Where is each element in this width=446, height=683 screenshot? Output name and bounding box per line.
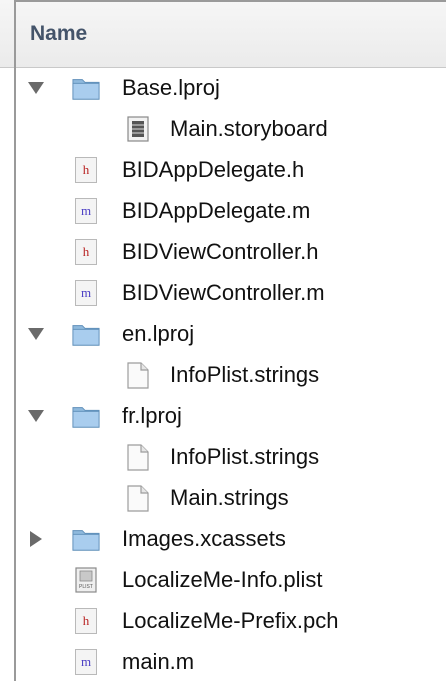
header-file-icon: h <box>72 607 100 635</box>
tree-row-en-lproj[interactable]: en.lproj <box>0 314 446 355</box>
tree-row-viewcontroller-h[interactable]: h BIDViewController.h <box>0 232 446 273</box>
tree-row-appdelegate-m[interactable]: m BIDAppDelegate.m <box>0 191 446 232</box>
tree-row-info-plist[interactable]: PLIST LocalizeMe-Info.plist <box>0 560 446 601</box>
svg-text:PLIST: PLIST <box>79 584 93 590</box>
tree-row-label: BIDViewController.m <box>122 280 325 305</box>
tree-row-label: Main.storyboard <box>170 116 328 141</box>
tree-row-images-xcassets[interactable]: Images.xcassets <box>0 519 446 560</box>
folder-icon <box>72 320 100 348</box>
column-header[interactable]: Name <box>0 0 446 68</box>
document-icon <box>124 361 152 389</box>
tree-row-appdelegate-h[interactable]: h BIDAppDelegate.h <box>0 150 446 191</box>
tree-row-base-lproj[interactable]: Base.lproj <box>0 68 446 109</box>
header-file-icon: h <box>72 156 100 184</box>
tree-row-main-storyboard[interactable]: Main.storyboard <box>0 109 446 150</box>
tree-row-label: BIDAppDelegate.h <box>122 157 305 182</box>
tree-row-prefix-pch[interactable]: h LocalizeMe-Prefix.pch <box>0 601 446 642</box>
tree-row-fr-infoplist-strings[interactable]: InfoPlist.strings <box>0 437 446 478</box>
tree-row-label: InfoPlist.strings <box>170 444 320 469</box>
tree-row-label: InfoPlist.strings <box>170 362 320 387</box>
header-file-icon: h <box>72 238 100 266</box>
disclosure-expanded-icon[interactable] <box>28 408 44 424</box>
folder-icon <box>72 74 100 102</box>
storyboard-icon <box>124 115 152 143</box>
implementation-file-icon: m <box>72 197 100 225</box>
implementation-file-icon: m <box>72 279 100 307</box>
folder-icon <box>72 525 100 553</box>
disclosure-collapsed-icon[interactable] <box>28 531 44 547</box>
tree-row-label: LocalizeMe-Prefix.pch <box>122 608 339 633</box>
tree-row-en-infoplist-strings[interactable]: InfoPlist.strings <box>0 355 446 396</box>
tree-row-viewcontroller-m[interactable]: m BIDViewController.m <box>0 273 446 314</box>
name-column-label: Name <box>30 22 88 45</box>
tree-row-fr-lproj[interactable]: fr.lproj <box>0 396 446 437</box>
tree-row-label: BIDAppDelegate.m <box>122 198 311 223</box>
implementation-file-icon: m <box>72 648 100 676</box>
tree-row-fr-main-strings[interactable]: Main.strings <box>0 478 446 519</box>
document-icon <box>124 484 152 512</box>
tree-row-label: Images.xcassets <box>122 526 286 551</box>
disclosure-expanded-icon[interactable] <box>28 326 44 342</box>
tree-row-label: LocalizeMe-Info.plist <box>122 567 323 592</box>
disclosure-expanded-icon[interactable] <box>28 80 44 96</box>
tree-row-label: Base.lproj <box>122 75 220 100</box>
folder-icon <box>72 402 100 430</box>
document-icon <box>124 443 152 471</box>
tree-row-main-m[interactable]: m main.m <box>0 642 446 683</box>
tree-row-label: BIDViewController.h <box>122 239 319 264</box>
tree-row-label: fr.lproj <box>122 403 182 428</box>
plist-file-icon: PLIST <box>72 566 100 594</box>
file-tree: Base.lproj Main.storyboard h BIDAppDeleg… <box>0 68 446 683</box>
tree-row-label: main.m <box>122 649 195 674</box>
tree-row-label: en.lproj <box>122 321 195 346</box>
frame-border-top <box>14 0 446 2</box>
tree-row-label: Main.strings <box>170 485 289 510</box>
